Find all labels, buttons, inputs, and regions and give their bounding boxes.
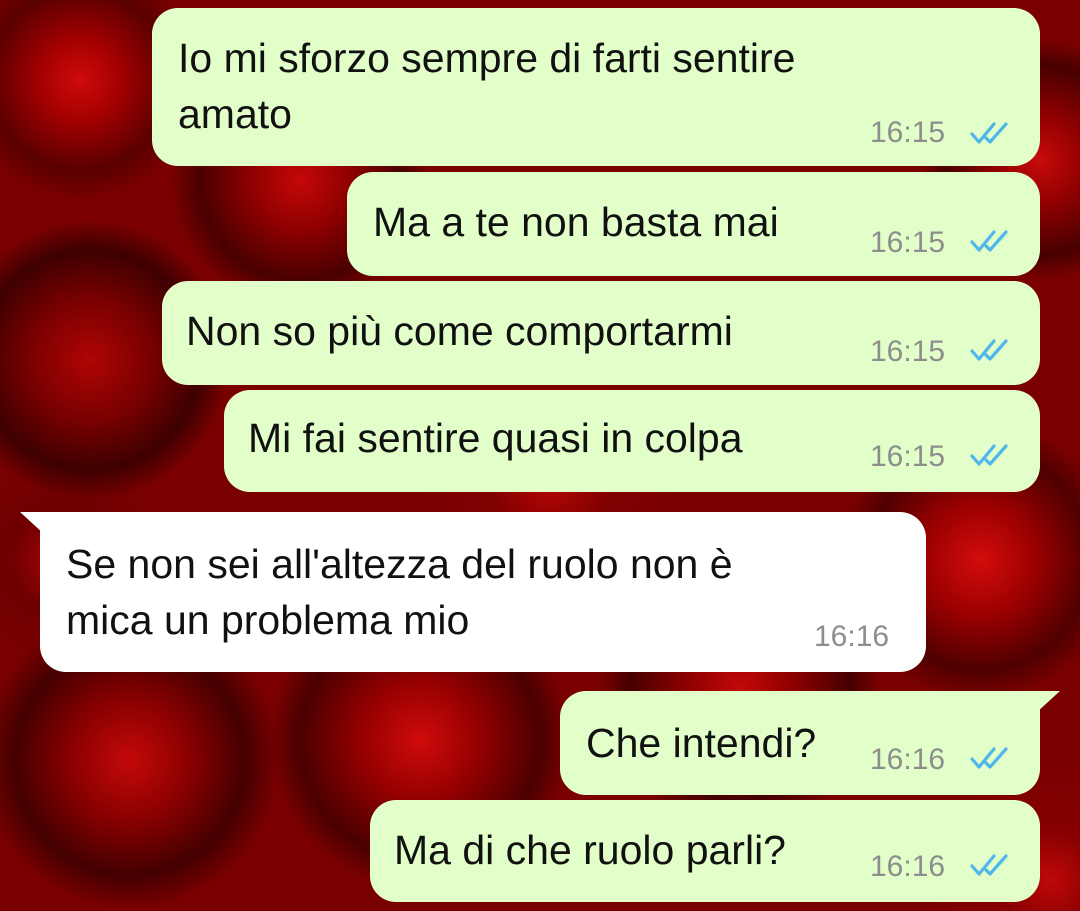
message-text: Non so più come comportarmi (186, 308, 733, 354)
double-check-icon (970, 122, 1008, 144)
chat-background: Io mi sforzo sempre di farti sentire ama… (0, 0, 1080, 911)
message-timestamp: 16:16 (814, 620, 890, 653)
message-text: Io mi sforzo sempre di farti sentire (178, 35, 796, 81)
message-text: Mi fai sentire quasi in colpa (248, 415, 743, 461)
message-bubble-outgoing[interactable]: Ma di che ruolo parli? 16:16 (370, 800, 1040, 902)
message-timestamp: 16:16 (870, 850, 946, 883)
message-text: Se non sei all'altezza del ruolo non è (66, 541, 733, 587)
double-check-icon (970, 747, 1008, 769)
message-bubble-outgoing[interactable]: Mi fai sentire quasi in colpa 16:15 (224, 390, 1040, 492)
message-bubble-incoming[interactable]: Se non sei all'altezza del ruolo non è m… (40, 512, 926, 672)
message-timestamp: 16:15 (870, 116, 946, 149)
message-bubble-outgoing[interactable]: Che intendi? 16:16 (560, 691, 1040, 795)
message-timestamp: 16:15 (870, 226, 946, 259)
message-text: amato (178, 91, 292, 137)
double-check-icon (970, 230, 1008, 252)
message-timestamp: 16:15 (870, 335, 946, 368)
double-check-icon (970, 339, 1008, 361)
message-text: Ma di che ruolo parli? (394, 827, 786, 873)
double-check-icon (970, 444, 1008, 466)
message-bubble-outgoing[interactable]: Ma a te non basta mai 16:15 (347, 172, 1040, 276)
message-text: mica un problema mio (66, 597, 470, 643)
message-bubble-outgoing[interactable]: Non so più come comportarmi 16:15 (162, 281, 1040, 385)
message-timestamp: 16:15 (870, 440, 946, 473)
message-timestamp: 16:16 (870, 743, 946, 776)
message-bubble-outgoing[interactable]: Io mi sforzo sempre di farti sentire ama… (152, 8, 1040, 166)
message-text: Che intendi? (586, 720, 817, 766)
message-text: Ma a te non basta mai (373, 199, 779, 245)
double-check-icon (970, 854, 1008, 876)
